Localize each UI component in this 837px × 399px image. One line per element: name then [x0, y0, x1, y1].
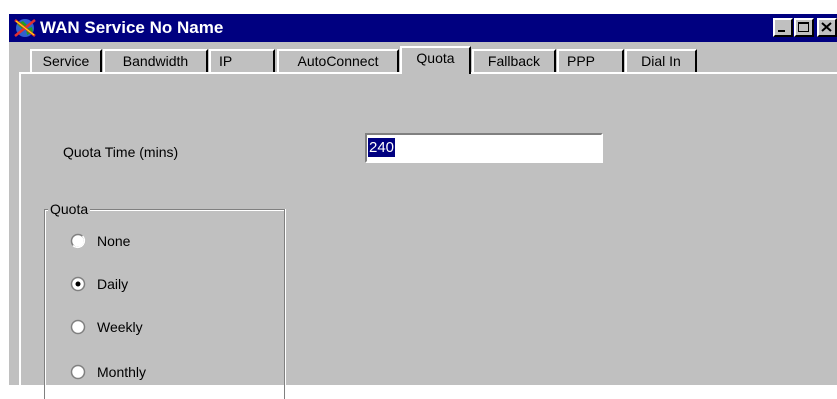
tab-service[interactable]: Service	[30, 49, 102, 72]
minimize-icon	[778, 30, 785, 32]
maximize-button[interactable]	[794, 18, 814, 37]
window-title: WAN Service No Name	[40, 18, 224, 37]
radio-button-icon	[70, 364, 86, 380]
radio-weekly-label: Weekly	[97, 319, 143, 335]
network-globe-icon	[13, 17, 37, 39]
quota-time-value: 240	[368, 138, 396, 157]
quota-group-legend: Quota	[48, 201, 91, 217]
minimize-button[interactable]	[773, 18, 793, 37]
tab-dial-in[interactable]: Dial In	[625, 49, 697, 72]
maximize-icon	[798, 22, 809, 32]
radio-daily-label: Daily	[97, 276, 129, 292]
close-button[interactable]	[817, 18, 837, 37]
radio-button-selected-icon	[70, 276, 86, 292]
title-bar[interactable]: WAN Service No Name	[9, 14, 837, 42]
radio-button-icon	[70, 233, 86, 249]
radio-none-label: None	[97, 233, 131, 249]
tab-quota[interactable]: Quota	[400, 46, 471, 74]
tab-bandwidth[interactable]: Bandwidth	[103, 49, 208, 72]
tab-ppp[interactable]: PPP	[557, 49, 624, 72]
tab-fallback[interactable]: Fallback	[472, 49, 556, 72]
tab-autoconnect[interactable]: AutoConnect	[277, 49, 399, 72]
radio-button-icon	[70, 319, 86, 335]
radio-monthly-label: Monthly	[97, 364, 147, 380]
quota-time-label: Quota Time (mins)	[63, 144, 179, 160]
tab-ip[interactable]: IP	[209, 49, 275, 72]
quota-time-input[interactable]: 240	[365, 133, 603, 163]
close-icon	[821, 22, 832, 32]
